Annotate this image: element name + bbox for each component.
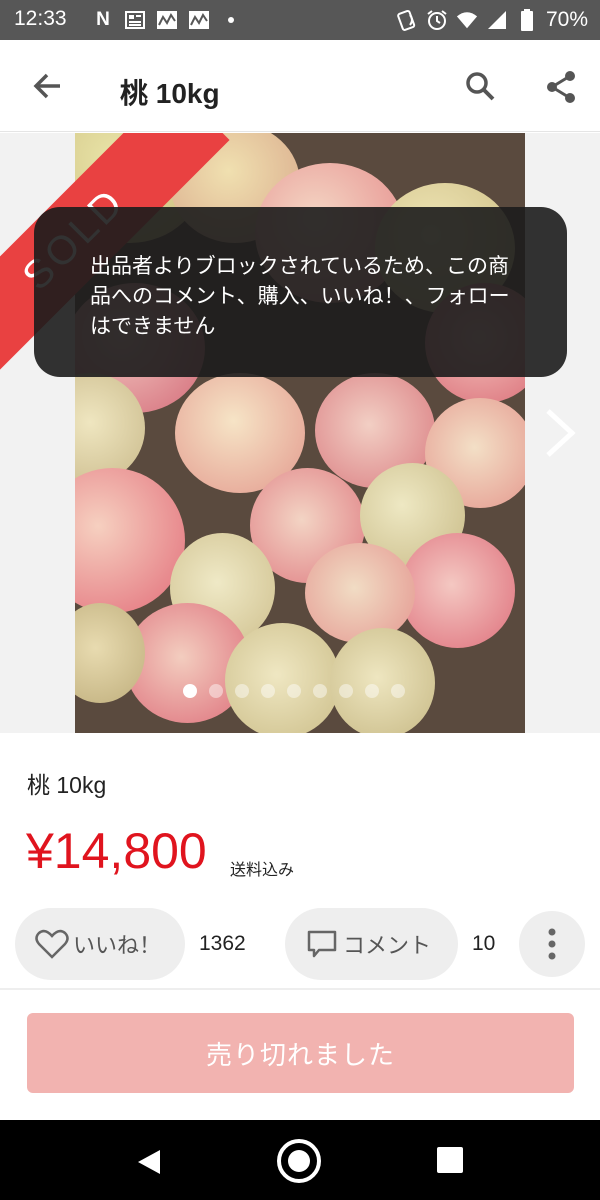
blocked-toast: 出品者よりブロックされているため、この商品へのコメント、購入、いいね！、フォロー… [34,207,567,377]
comment-icon [307,930,337,958]
like-count: 1362 [199,932,246,955]
sold-out-button[interactable]: 売り切れました [27,1013,574,1093]
dot-icon [220,10,242,30]
page-dot[interactable] [313,684,327,698]
heart-icon [35,929,69,959]
action-row: いいね！ 1362 コメント 10 [0,908,600,982]
page-dot[interactable] [287,684,301,698]
search-button[interactable] [456,62,504,110]
page-dot[interactable] [365,684,379,698]
like-label: いいね！ [73,934,162,959]
item-price: ¥14,800 [26,823,207,879]
wifi-icon [456,10,478,30]
nav-back-button[interactable] [130,1142,170,1182]
page-dot[interactable] [235,684,249,698]
nav-recents-button[interactable] [432,1142,468,1178]
shipping-note: 送料込み [230,860,295,879]
comment-button[interactable]: コメント [285,908,458,980]
more-vertical-icon [548,928,556,960]
signal-icon [486,10,508,30]
page-dot[interactable] [209,684,223,698]
next-photo-button[interactable] [540,403,580,463]
netflix-n-icon: N [96,9,110,30]
system-icons: 70% [396,8,588,32]
news-icon [124,10,146,30]
back-arrow-icon [33,73,60,99]
home-circle-icon [277,1139,321,1183]
comment-count: 10 [472,932,496,955]
back-button[interactable] [24,62,72,110]
chevron-right-icon [546,409,576,457]
more-options-button[interactable] [519,911,585,977]
page-dot[interactable] [261,684,275,698]
back-triangle-icon [138,1150,160,1174]
divider [0,988,600,990]
stock-chart-icon [188,10,210,30]
page-dot[interactable] [391,684,405,698]
toast-message: 出品者よりブロックされているため、この商品へのコメント、購入、いいね！、フォロー… [90,254,510,338]
like-button[interactable]: いいね！ [15,908,185,980]
page-dot[interactable] [339,684,353,698]
photo-page-indicator [183,684,405,698]
stock-chart-icon [156,10,178,30]
search-icon [466,72,495,101]
share-button[interactable] [536,62,584,110]
status-bar: 12:33 N 70% [0,0,600,40]
recents-square-icon [437,1147,463,1173]
item-name: 桃 10kg [27,772,107,798]
status-time: 12:33 [14,7,67,30]
app-bar: 桃 10kg [0,40,600,132]
notification-icons: N [92,9,242,31]
page-title: 桃 10kg [120,78,220,109]
share-icon [547,71,575,103]
nfc-icon [396,9,418,31]
system-nav-bar [0,1120,600,1200]
nav-home-button[interactable] [274,1136,324,1186]
alarm-icon [426,10,448,30]
battery-icon [516,9,538,31]
page-dot[interactable] [183,684,197,698]
battery-percent: 70% [545,8,588,31]
comment-label: コメント [343,934,432,959]
